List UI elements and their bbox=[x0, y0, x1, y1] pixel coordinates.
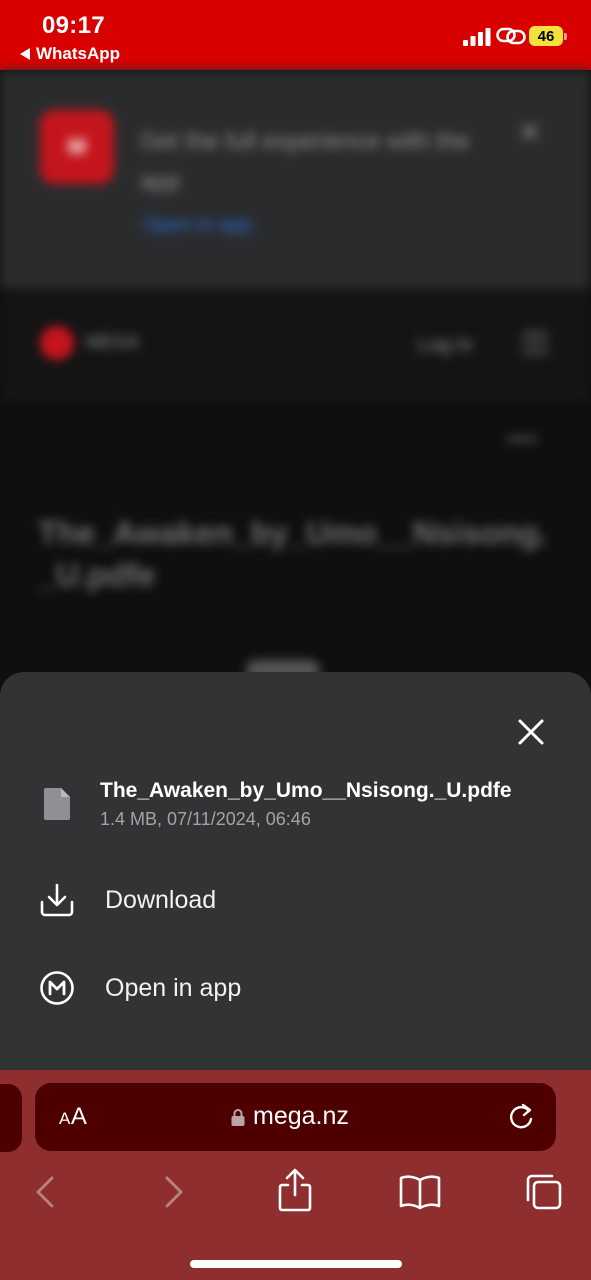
file-name: The_Awaken_by_Umo__Nsisong._U.pdfe bbox=[100, 779, 512, 802]
download-label: Download bbox=[105, 885, 217, 914]
site-name: MEGA bbox=[86, 332, 140, 352]
file-meta: 1.4 MB, 07/11/2024, 06:46 bbox=[100, 809, 311, 829]
previous-tab-peek[interactable] bbox=[0, 1084, 22, 1152]
reload-icon[interactable] bbox=[507, 1102, 535, 1132]
page-settings-button[interactable]: AA bbox=[59, 1103, 87, 1131]
download-icon bbox=[40, 883, 74, 917]
lock-icon bbox=[231, 1108, 245, 1126]
cellular-signal-icon bbox=[463, 28, 491, 46]
url-display[interactable]: mega.nz bbox=[231, 1102, 349, 1131]
background-web-page: M Get the full experience with the app O… bbox=[0, 70, 591, 680]
close-icon[interactable] bbox=[513, 714, 549, 750]
file-icon bbox=[44, 788, 70, 820]
background-file-title: The_Awaken_by_Umo__Nsisong._U.pdfe bbox=[38, 515, 548, 593]
mega-logo-icon bbox=[40, 971, 74, 1005]
back-chevron-icon[interactable] bbox=[26, 1172, 66, 1212]
hamburger-menu-icon[interactable] bbox=[522, 332, 548, 354]
download-button[interactable]: Download bbox=[0, 864, 591, 936]
address-bar[interactable]: AA mega.nz bbox=[35, 1083, 556, 1151]
url-text: mega.nz bbox=[253, 1102, 349, 1130]
personal-hotspot-icon bbox=[496, 27, 526, 45]
tabs-icon[interactable] bbox=[524, 1172, 564, 1212]
mega-app-logo: M bbox=[40, 110, 114, 184]
back-to-app-button[interactable]: WhatsApp bbox=[20, 44, 120, 64]
site-logo bbox=[40, 326, 74, 360]
bookmarks-icon[interactable] bbox=[398, 1172, 442, 1212]
status-bar: 09:17 WhatsApp 46 bbox=[0, 0, 591, 70]
file-action-sheet: The_Awaken_by_Umo__Nsisong._U.pdfe 1.4 M… bbox=[0, 672, 591, 1072]
browser-bottom-bar: AA mega.nz bbox=[0, 1070, 591, 1280]
more-options-icon[interactable] bbox=[506, 436, 538, 442]
status-time: 09:17 bbox=[42, 12, 105, 39]
app-banner: M Get the full experience with the app O… bbox=[0, 70, 591, 288]
back-triangle-icon bbox=[20, 48, 30, 60]
forward-chevron-icon[interactable] bbox=[153, 1172, 193, 1212]
open-in-app-button[interactable]: Open in app bbox=[0, 952, 591, 1024]
banner-close-icon[interactable]: ✕ bbox=[518, 116, 541, 149]
banner-text: Get the full experience with the app bbox=[140, 128, 470, 195]
banner-open-in-app-link[interactable]: Open in app bbox=[143, 214, 252, 237]
share-icon[interactable] bbox=[275, 1168, 315, 1214]
open-in-app-label: Open in app bbox=[105, 973, 242, 1002]
home-indicator[interactable] bbox=[190, 1260, 402, 1268]
login-link[interactable]: Log in bbox=[418, 334, 473, 357]
site-header: MEGA Log in bbox=[0, 288, 591, 398]
back-app-label: WhatsApp bbox=[36, 44, 121, 63]
battery-indicator: 46 bbox=[529, 26, 567, 46]
